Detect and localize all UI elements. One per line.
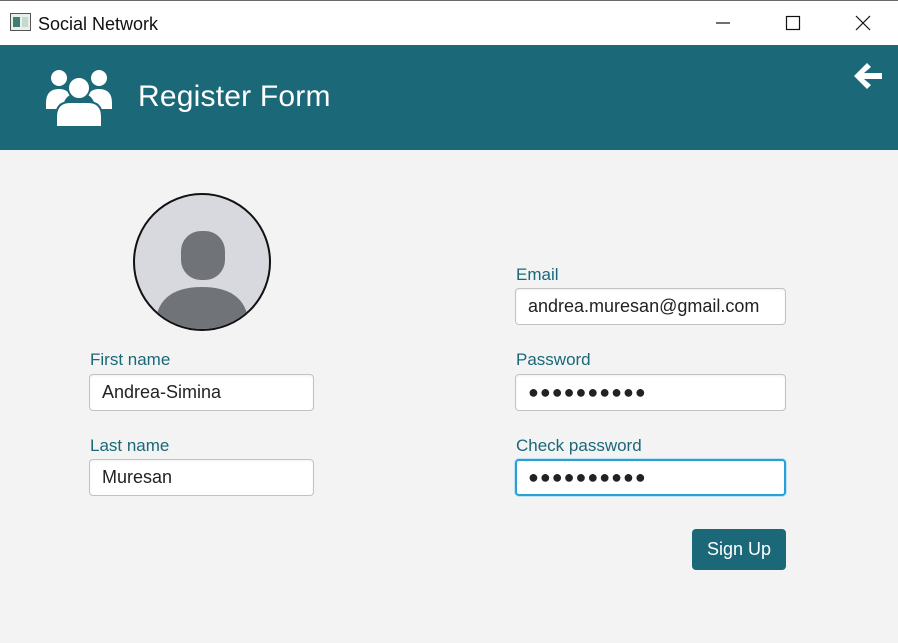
close-button[interactable] [830,1,896,45]
first-name-label: First name [90,350,171,369]
maximize-icon [785,15,801,31]
close-icon [855,15,871,31]
email-input[interactable] [515,288,786,325]
password-input[interactable] [515,374,786,411]
page-title: Register Form [138,80,331,113]
check-password-label: Check password [516,436,642,455]
check-password-input[interactable] [515,459,786,496]
maximize-button[interactable] [760,1,826,45]
last-name-input[interactable] [89,459,314,496]
password-label: Password [516,350,591,369]
arrow-left-icon[interactable] [852,61,884,91]
email-label: Email [516,265,559,284]
users-group-icon [46,70,112,127]
app-icon [10,13,31,31]
minimize-icon [716,22,730,24]
avatar-silhouette [155,231,249,329]
sign-up-button[interactable]: Sign Up [692,529,786,570]
header-bar: Register Form [0,45,898,150]
window-title: Social Network [38,14,159,34]
window-titlebar: Social Network [0,0,898,45]
first-name-input[interactable] [89,374,314,411]
minimize-button[interactable] [690,1,756,45]
last-name-label: Last name [90,436,170,455]
user-avatar-icon [133,193,271,331]
